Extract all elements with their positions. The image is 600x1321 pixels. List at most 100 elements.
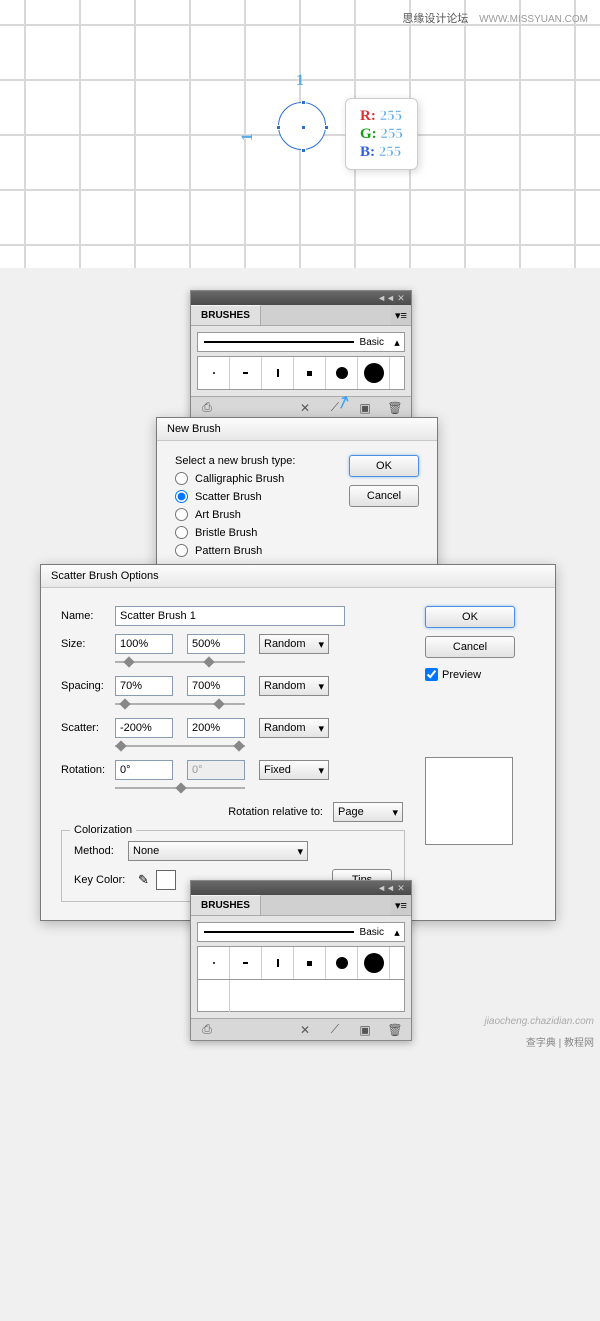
rotation-slider[interactable] [115, 784, 245, 792]
grid-cell [25, 0, 80, 25]
library-icon[interactable]: ⎙ [199, 400, 215, 416]
cancel-button[interactable]: Cancel [425, 636, 515, 658]
grid-cell [465, 190, 520, 245]
method-select[interactable]: None▾ [128, 841, 308, 861]
basic-brush-row[interactable]: Basic ▴ [197, 332, 405, 352]
brush-swatch-grid [197, 356, 405, 390]
brush-swatch[interactable] [230, 357, 262, 389]
panel-menu-icon[interactable]: ▾≡ [391, 305, 411, 325]
brush-swatch[interactable] [198, 357, 230, 389]
basic-brush-row[interactable]: Basic ▴ [197, 922, 405, 942]
scatter-min-input[interactable] [115, 718, 173, 738]
scatter-mode-select[interactable]: Random▾ [259, 718, 329, 738]
grid-cell [190, 190, 245, 245]
grid-cell [465, 135, 520, 190]
rotation-mode-select[interactable]: Fixed▾ [259, 760, 329, 780]
brush-swatch[interactable] [198, 947, 230, 979]
scroll-icon[interactable]: ▴ [390, 926, 404, 939]
ok-button[interactable]: OK [349, 455, 419, 477]
spacing-max-input[interactable] [187, 676, 245, 696]
trash-icon[interactable]: 🗑 [387, 400, 403, 416]
close-icon[interactable]: ✕ [395, 883, 407, 893]
name-input[interactable] [115, 606, 345, 626]
grid-cell [0, 25, 25, 80]
brushes-panel-2: ◄◄ ✕ BRUSHES ▾≡ Basic ▴ ⎙ ✕ ⟋ ▣ 🗑 [190, 880, 412, 1041]
grid-cell [190, 135, 245, 190]
remove-stroke-icon[interactable]: ✕ [297, 400, 313, 416]
new-brush-icon[interactable]: ▣ [357, 400, 373, 416]
ok-button[interactable]: OK [425, 606, 515, 628]
radio-scatter[interactable] [175, 490, 188, 503]
panel-header: ◄◄ ✕ [191, 291, 411, 305]
size-slider[interactable] [115, 658, 245, 666]
collapse-icon[interactable]: ◄◄ [380, 883, 392, 893]
panel-body: Basic ▴ [191, 326, 411, 396]
rotation-min-input[interactable] [115, 760, 173, 780]
brush-swatch[interactable] [326, 357, 358, 389]
remove-stroke-icon[interactable]: ✕ [297, 1022, 313, 1038]
anchor-point[interactable] [301, 100, 306, 105]
preview-checkbox[interactable] [425, 668, 438, 681]
new-scatter-swatch[interactable] [198, 980, 230, 1012]
anchor-point[interactable] [324, 125, 329, 130]
anchor-point[interactable] [276, 125, 281, 130]
trash-icon[interactable]: 🗑 [387, 1022, 403, 1038]
dialog-title: Scatter Brush Options [41, 565, 555, 588]
scatter-max-input[interactable] [187, 718, 245, 738]
preview-box [425, 757, 513, 845]
size-max-input[interactable] [187, 634, 245, 654]
options-icon[interactable]: ⟋ [327, 1022, 343, 1038]
new-brush-icon[interactable]: ▣ [357, 1022, 373, 1038]
selected-circle[interactable] [278, 102, 326, 150]
grid-cell [355, 25, 410, 80]
brush-swatch[interactable] [230, 947, 262, 979]
panel-header: ◄◄ ✕ [191, 881, 411, 895]
library-icon[interactable]: ⎙ [199, 1022, 215, 1038]
panel-footer: ⎙ ✕ ⟋ ▣ 🗑 [191, 396, 411, 418]
anchor-point[interactable] [301, 148, 306, 153]
grid-cell [300, 25, 355, 80]
cancel-button[interactable]: Cancel [349, 485, 419, 507]
brush-swatch[interactable] [358, 947, 390, 979]
brush-swatch[interactable] [262, 357, 294, 389]
scatter-slider[interactable] [115, 742, 245, 750]
dimension-label: 1 [239, 133, 257, 141]
panel-menu-icon[interactable]: ▾≡ [391, 895, 411, 915]
spacing-slider[interactable] [115, 700, 245, 708]
tab-brushes[interactable]: BRUSHES [191, 895, 261, 915]
eyedropper-icon[interactable]: ✎ [138, 872, 156, 888]
radio-calligraphic[interactable] [175, 472, 188, 485]
anchor-point[interactable] [301, 125, 306, 130]
spacing-min-input[interactable] [115, 676, 173, 696]
radio-bristle[interactable] [175, 526, 188, 539]
grid-cell [80, 0, 135, 25]
brush-swatch[interactable] [326, 947, 358, 979]
scroll-icon[interactable]: ▴ [390, 336, 404, 349]
grid-cell [190, 245, 245, 268]
radio-pattern[interactable] [175, 544, 188, 557]
grid-cell [355, 190, 410, 245]
keycolor-swatch[interactable] [156, 870, 176, 890]
rotation-rel-select[interactable]: Page▾ [333, 802, 403, 822]
grid-cell [410, 245, 465, 268]
radio-label: Art Brush [195, 509, 241, 521]
brush-swatch[interactable] [358, 357, 390, 389]
grid-cell [575, 245, 600, 268]
name-label: Name: [61, 610, 115, 622]
grid-cell [80, 80, 135, 135]
brush-swatch[interactable] [262, 947, 294, 979]
size-min-input[interactable] [115, 634, 173, 654]
rotation-label: Rotation: [61, 764, 115, 776]
size-mode-select[interactable]: Random▾ [259, 634, 329, 654]
close-icon[interactable]: ✕ [395, 293, 407, 303]
brush-swatch[interactable] [294, 357, 326, 389]
collapse-icon[interactable]: ◄◄ [380, 293, 392, 303]
brush-swatch[interactable] [294, 947, 326, 979]
radio-art[interactable] [175, 508, 188, 521]
tab-brushes[interactable]: BRUSHES [191, 305, 261, 325]
spacing-mode-select[interactable]: Random▾ [259, 676, 329, 696]
grid-cell [300, 190, 355, 245]
grid-cell [135, 25, 190, 80]
grid-cell [520, 25, 575, 80]
dialog-body: Name: Size: Random▾ Spacing: [41, 588, 555, 920]
